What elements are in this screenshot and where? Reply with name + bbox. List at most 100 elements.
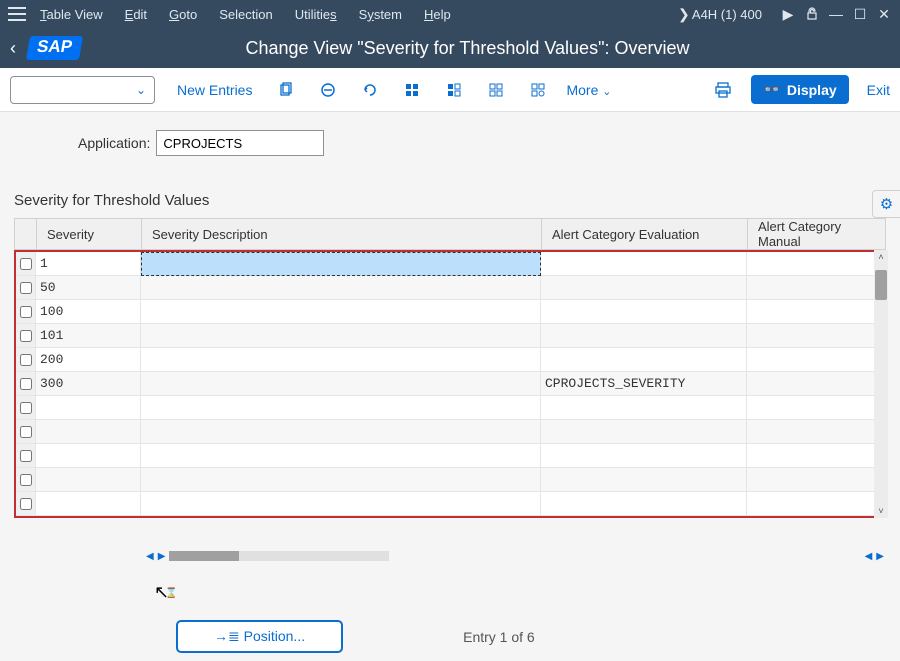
row-checkbox-cell[interactable] bbox=[16, 468, 36, 492]
row-checkbox-cell[interactable] bbox=[16, 396, 36, 420]
close-icon[interactable]: ✕ bbox=[876, 6, 892, 22]
row-checkbox-cell[interactable] bbox=[16, 324, 36, 348]
minimize-icon[interactable]: — bbox=[828, 6, 844, 22]
table-row[interactable]: 200 bbox=[16, 348, 884, 372]
col-evaluation[interactable]: Alert Category Evaluation bbox=[542, 219, 748, 249]
cell-manual[interactable] bbox=[747, 300, 884, 324]
display-button[interactable]: 👓Display bbox=[751, 75, 848, 104]
cell-description[interactable] bbox=[141, 444, 541, 468]
application-field[interactable] bbox=[156, 130, 324, 156]
chevron-right-icon[interactable]: ❯ bbox=[676, 6, 692, 22]
cell-severity[interactable] bbox=[36, 420, 141, 444]
cell-severity[interactable] bbox=[36, 468, 141, 492]
col-manual[interactable]: Alert Category Manual bbox=[748, 219, 885, 249]
table-row[interactable] bbox=[16, 468, 884, 492]
select-block-icon[interactable] bbox=[440, 76, 468, 104]
row-checkbox-cell[interactable] bbox=[16, 372, 36, 396]
new-entries-button[interactable]: New Entries bbox=[177, 82, 252, 98]
table-settings-button[interactable]: ⚙ bbox=[872, 190, 900, 218]
row-checkbox[interactable] bbox=[20, 402, 32, 414]
menu-help[interactable]: Help bbox=[424, 7, 451, 22]
cell-description[interactable] bbox=[141, 252, 541, 276]
scrollbar-thumb[interactable] bbox=[875, 270, 887, 300]
scroll-up-icon[interactable]: ˄ bbox=[874, 250, 888, 264]
cell-evaluation[interactable] bbox=[541, 444, 747, 468]
cell-manual[interactable] bbox=[747, 468, 884, 492]
hscroll-right2-icon[interactable]: ▶ bbox=[874, 551, 886, 562]
config-icon[interactable] bbox=[524, 76, 552, 104]
row-checkbox-cell[interactable] bbox=[16, 444, 36, 468]
hscroll-left2-icon[interactable]: ◀ bbox=[863, 551, 875, 562]
cell-evaluation[interactable] bbox=[541, 324, 747, 348]
table-row[interactable] bbox=[16, 420, 884, 444]
cell-severity[interactable] bbox=[36, 396, 141, 420]
cell-description[interactable] bbox=[141, 396, 541, 420]
undo-icon[interactable] bbox=[356, 76, 384, 104]
col-severity[interactable]: Severity bbox=[37, 219, 142, 249]
cell-severity[interactable]: 1 bbox=[36, 252, 141, 276]
hscroll-track[interactable] bbox=[169, 551, 389, 561]
table-row[interactable]: 1 bbox=[16, 252, 884, 276]
cell-severity[interactable]: 300 bbox=[36, 372, 141, 396]
cell-description[interactable] bbox=[141, 348, 541, 372]
hscroll-right-icon[interactable]: ▶ bbox=[156, 551, 168, 562]
row-checkbox-cell[interactable] bbox=[16, 252, 36, 276]
table-row[interactable] bbox=[16, 492, 884, 516]
cell-evaluation[interactable] bbox=[541, 300, 747, 324]
row-checkbox-cell[interactable] bbox=[16, 276, 36, 300]
copy-icon[interactable] bbox=[272, 76, 300, 104]
row-checkbox[interactable] bbox=[20, 474, 32, 486]
row-checkbox-cell[interactable] bbox=[16, 420, 36, 444]
table-row[interactable]: 50 bbox=[16, 276, 884, 300]
row-checkbox[interactable] bbox=[20, 354, 32, 366]
menu-selection[interactable]: Selection bbox=[219, 7, 272, 22]
cell-evaluation[interactable]: CPROJECTS_SEVERITY bbox=[541, 372, 747, 396]
col-description[interactable]: Severity Description bbox=[142, 219, 542, 249]
row-checkbox[interactable] bbox=[20, 498, 32, 510]
delete-icon[interactable] bbox=[314, 76, 342, 104]
back-button[interactable]: ‹ bbox=[10, 38, 16, 59]
cell-severity[interactable] bbox=[36, 492, 141, 516]
row-checkbox-cell[interactable] bbox=[16, 300, 36, 324]
cell-severity[interactable]: 50 bbox=[36, 276, 141, 300]
select-all-icon[interactable] bbox=[398, 76, 426, 104]
cell-description[interactable] bbox=[141, 372, 541, 396]
cell-manual[interactable] bbox=[747, 348, 884, 372]
cell-evaluation[interactable] bbox=[541, 420, 747, 444]
cell-evaluation[interactable] bbox=[541, 348, 747, 372]
cell-severity[interactable] bbox=[36, 444, 141, 468]
menu-utilities[interactable]: Utilities bbox=[295, 7, 337, 22]
cell-description[interactable] bbox=[141, 276, 541, 300]
hscroll-thumb[interactable] bbox=[169, 551, 239, 561]
maximize-icon[interactable]: ☐ bbox=[852, 6, 868, 22]
exit-button[interactable]: Exit bbox=[867, 82, 890, 98]
cell-manual[interactable] bbox=[747, 252, 884, 276]
cell-manual[interactable] bbox=[747, 396, 884, 420]
cell-manual[interactable] bbox=[747, 372, 884, 396]
cell-description[interactable] bbox=[141, 324, 541, 348]
row-checkbox[interactable] bbox=[20, 450, 32, 462]
unlock-icon[interactable] bbox=[804, 6, 820, 22]
row-checkbox[interactable] bbox=[20, 330, 32, 342]
table-row[interactable]: 101 bbox=[16, 324, 884, 348]
cell-description[interactable] bbox=[141, 468, 541, 492]
cell-manual[interactable] bbox=[747, 420, 884, 444]
cell-severity[interactable]: 100 bbox=[36, 300, 141, 324]
hamburger-icon[interactable] bbox=[8, 7, 26, 21]
cell-manual[interactable] bbox=[747, 276, 884, 300]
cell-severity[interactable]: 200 bbox=[36, 348, 141, 372]
row-checkbox[interactable] bbox=[20, 426, 32, 438]
table-row[interactable]: 300 CPROJECTS_SEVERITY bbox=[16, 372, 884, 396]
cell-evaluation[interactable] bbox=[541, 468, 747, 492]
row-checkbox-cell[interactable] bbox=[16, 492, 36, 516]
table-row[interactable] bbox=[16, 396, 884, 420]
row-checkbox[interactable] bbox=[20, 378, 32, 390]
print-icon[interactable] bbox=[709, 76, 737, 104]
cell-evaluation[interactable] bbox=[541, 492, 747, 516]
menu-goto[interactable]: Goto bbox=[169, 7, 197, 22]
cell-manual[interactable] bbox=[747, 324, 884, 348]
cell-evaluation[interactable] bbox=[541, 276, 747, 300]
cell-severity[interactable]: 101 bbox=[36, 324, 141, 348]
scroll-down-icon[interactable]: ˅ bbox=[874, 504, 888, 518]
menu-table-view[interactable]: Table View bbox=[40, 7, 103, 22]
